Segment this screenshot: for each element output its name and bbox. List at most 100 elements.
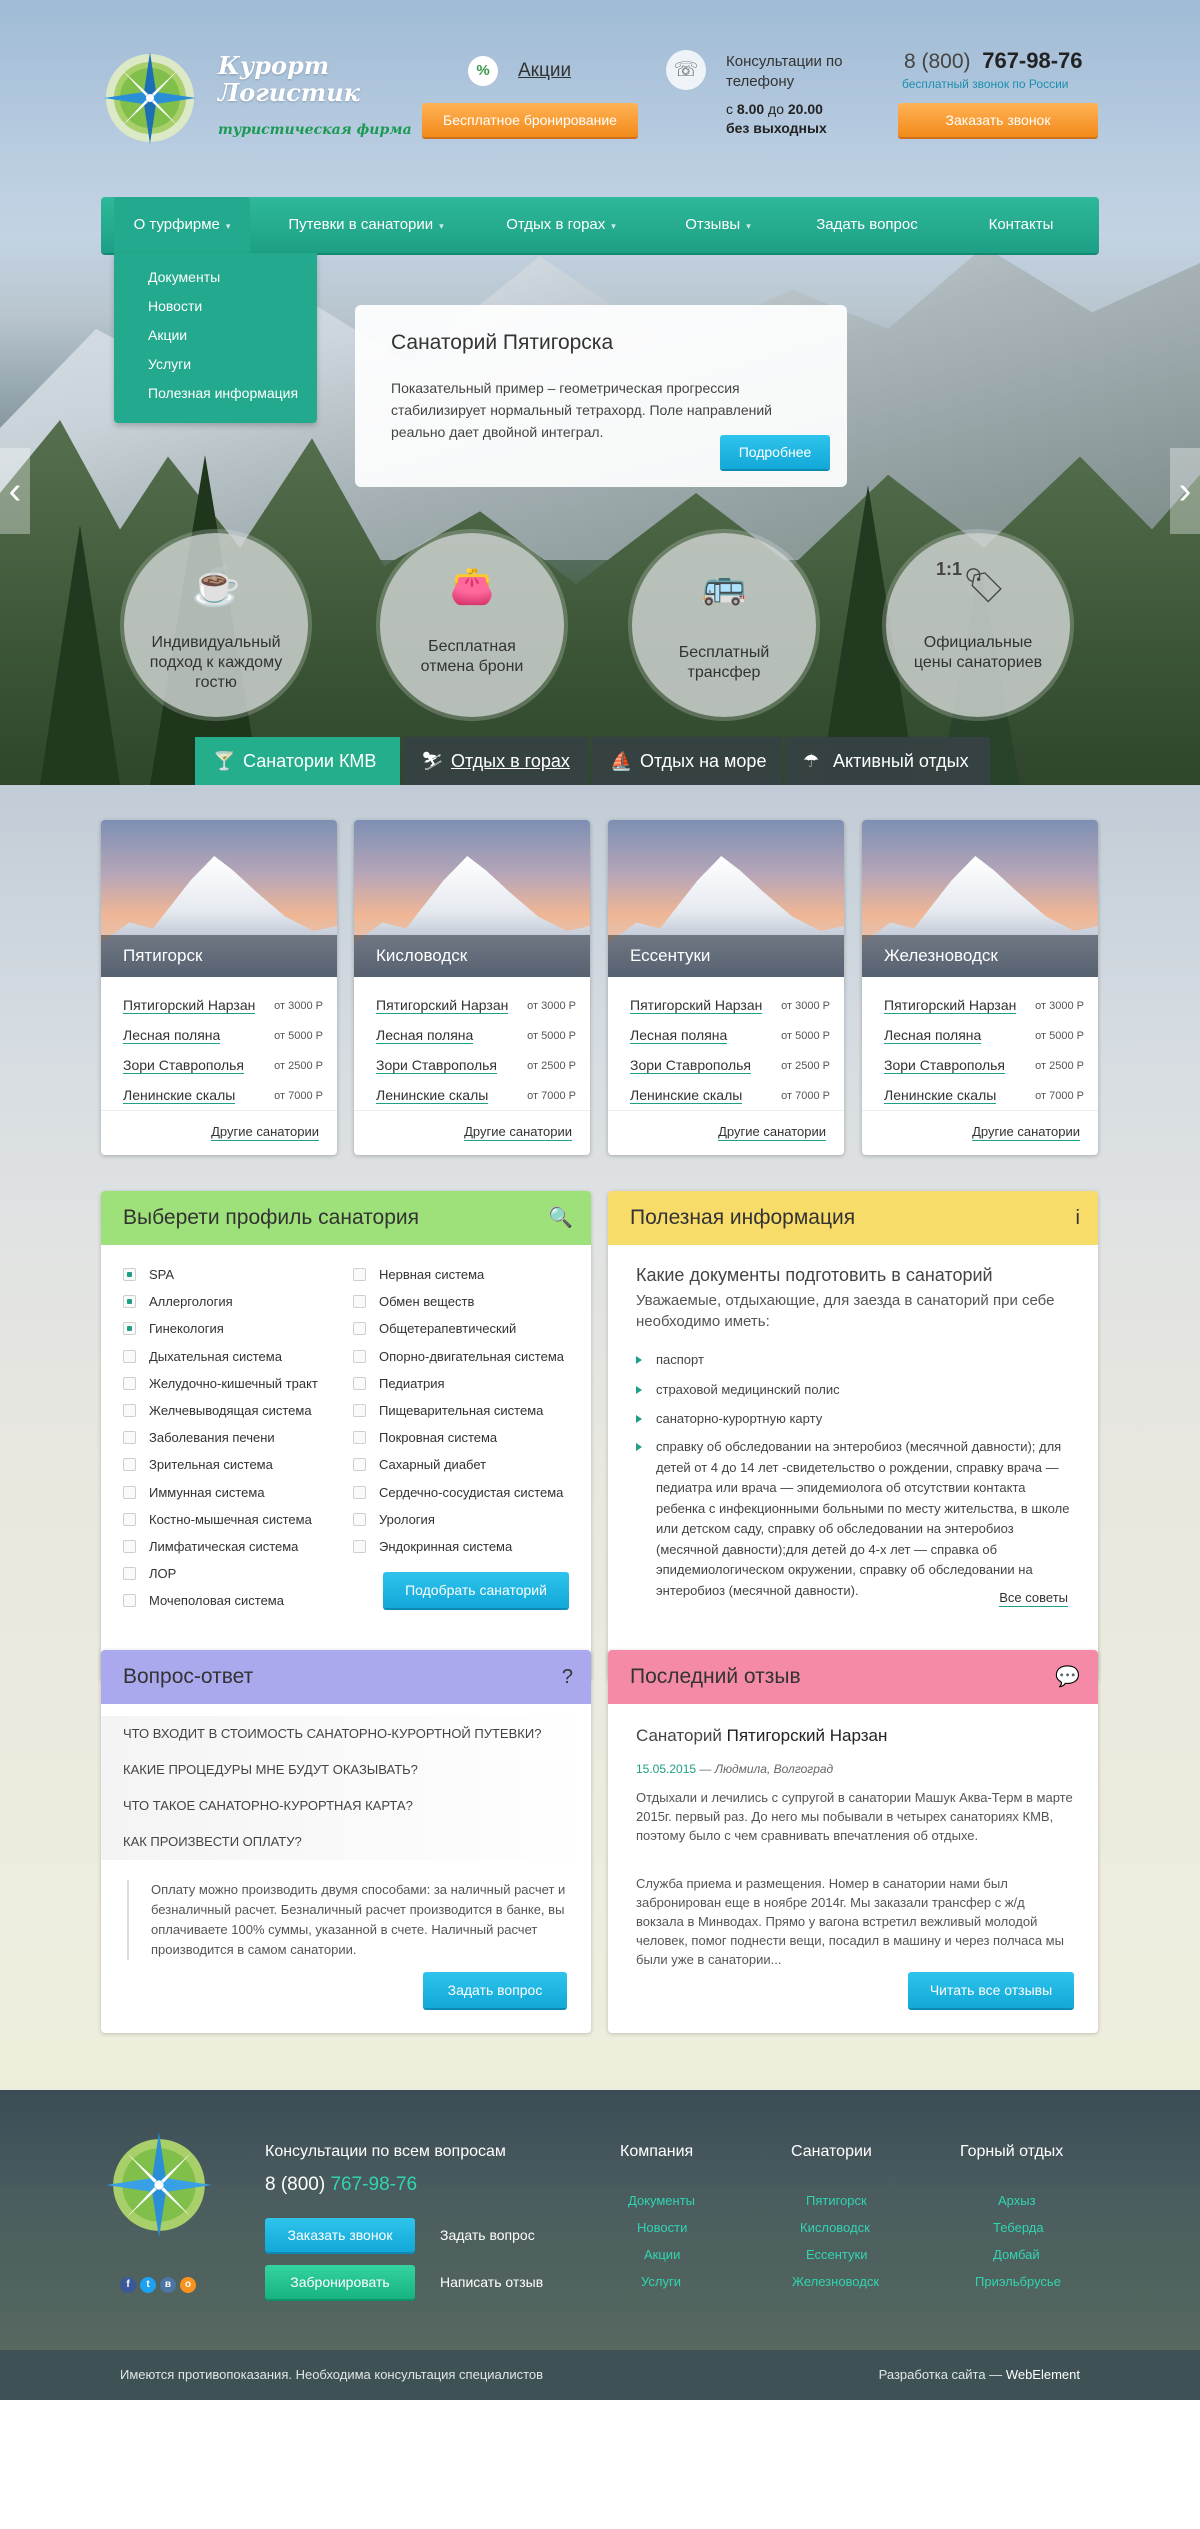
dropdown-item-news[interactable]: Новости [148,292,317,321]
profile-checkbox[interactable]: Мочеполовая система [123,1591,284,1611]
checkbox-box[interactable] [123,1349,136,1363]
footer-book-button[interactable]: Забронировать [265,2265,415,2299]
ask-question-button[interactable]: Задать вопрос [423,1972,567,2008]
dropdown-item-useful[interactable]: Полезная информация [148,379,317,408]
compass-logo-icon[interactable] [104,2130,214,2240]
checkbox-box[interactable] [123,1404,136,1417]
nav-item-reviews[interactable]: Отзывы ▾ [668,197,768,253]
tab-mountains[interactable]: ⛷ Отдых в горах [403,737,589,785]
nav-item-contacts[interactable]: Контакты [971,197,1071,253]
tab-sea[interactable]: ⛵ Отдых на море [592,737,782,785]
checkbox-box[interactable] [353,1458,366,1472]
city-photo[interactable]: Кисловодск [354,820,590,977]
profile-checkbox[interactable]: Урология [353,1510,435,1530]
profile-checkbox[interactable]: Иммунная система [123,1483,265,1503]
checkbox-box[interactable] [353,1295,366,1309]
profile-checkbox[interactable]: Заболевания печени [123,1428,275,1448]
brand-name[interactable]: Курорт Логистик [218,52,368,106]
profile-checkbox[interactable]: Покровная система [353,1428,497,1448]
sanatorium-row[interactable]: Зори Ставрополья от 2500 Р [123,1051,323,1081]
more-sanatoriums-link[interactable]: Другие санатории [718,1124,826,1141]
checkbox-box[interactable] [353,1376,366,1390]
profile-checkbox[interactable]: Опорно-двигательная система [353,1347,564,1367]
checkbox-box[interactable] [353,1431,366,1445]
footer-phone[interactable]: 8 (800) 767-98-76 [265,2174,417,2196]
odnoklassniki-icon[interactable]: о [180,2277,196,2293]
read-all-reviews-button[interactable]: Читать все отзывы [908,1972,1074,2008]
footer-link[interactable]: Услуги [641,2274,681,2289]
profile-checkbox[interactable]: Лимфатическая система [123,1537,298,1557]
find-sanatorium-button[interactable]: Подобрать санаторий [383,1572,569,1608]
checkbox-box[interactable] [123,1376,136,1390]
city-name[interactable]: Кисловодск [354,935,590,977]
profile-checkbox[interactable]: ЛОР [123,1564,176,1584]
profile-checkbox[interactable]: Желудочно-кишечный тракт [123,1374,318,1394]
footer-link[interactable]: Новости [637,2220,687,2235]
nav-item-ask[interactable]: Задать вопрос [803,197,931,253]
profile-checkbox[interactable]: Зрительная система [123,1455,273,1475]
sanatorium-row[interactable]: Ленинские скалы от 7000 Р [630,1081,830,1111]
profile-checkbox[interactable]: Общетерапевтический [353,1319,516,1339]
sanatorium-row[interactable]: Лесная поляна от 5000 Р [884,1021,1084,1051]
footer-review-link[interactable]: Написать отзыв [440,2274,543,2290]
city-name[interactable]: Железноводск [862,935,1098,977]
footer-link[interactable]: Приэльбрусье [975,2274,1061,2289]
review-sanatorium[interactable]: Санаторий Пятигорский Нарзан [636,1726,887,1746]
faq-question[interactable]: КАК ПРОИЗВЕСТИ ОПЛАТУ? [101,1824,591,1860]
twitter-icon[interactable]: t [140,2277,156,2293]
faq-question[interactable]: ЧТО ТАКОЕ САНАТОРНО-КУРОРТНАЯ КАРТА? [101,1788,591,1824]
footer-link[interactable]: Железноводск [792,2274,879,2289]
dropdown-item-services[interactable]: Услуги [148,350,317,379]
profile-checkbox[interactable]: Гинекология [123,1319,224,1339]
slider-prev-arrow[interactable]: ‹ [0,448,30,534]
sanatorium-row[interactable]: Пятигорский Нарзан от 3000 Р [884,991,1084,1021]
sanatorium-row[interactable]: Пятигорский Нарзан от 3000 Р [630,991,830,1021]
profile-checkbox[interactable]: Пищеварительная система [353,1401,543,1421]
facebook-icon[interactable]: f [120,2277,136,2293]
sanatorium-row[interactable]: Ленинские скалы от 7000 Р [884,1081,1084,1111]
tab-kmv[interactable]: 🍸 Санатории КМВ [195,737,400,785]
faq-question[interactable]: ЧТО ВХОДИТ В СТОИМОСТЬ САНАТОРНО-КУРОРТН… [101,1716,591,1752]
vk-icon[interactable]: в [160,2277,176,2293]
profile-checkbox[interactable]: Костно-мышечная система [123,1510,312,1530]
search-icon[interactable]: 🔍 [548,1191,573,1245]
slide-more-button[interactable]: Подробнее [720,435,830,469]
promo-link[interactable]: Акции [518,60,571,82]
all-tips-link[interactable]: Все советы [999,1590,1068,1607]
checkbox-box[interactable] [123,1512,136,1526]
checkbox-box[interactable] [123,1540,136,1553]
profile-checkbox[interactable]: Сахарный диабет [353,1455,486,1475]
sanatorium-row[interactable]: Лесная поляна от 5000 Р [376,1021,576,1051]
checkbox-box[interactable] [123,1594,136,1608]
faq-question[interactable]: КАКИЕ ПРОЦЕДУРЫ МНЕ БУДУТ ОКАЗЫВАТЬ? [101,1752,591,1788]
more-sanatoriums-link[interactable]: Другие санатории [464,1124,572,1141]
nav-item-tours[interactable]: Путевки в санатории ▾ [276,197,456,253]
dropdown-item-promo[interactable]: Акции [148,321,317,350]
profile-checkbox[interactable]: SPA [123,1265,174,1285]
dropdown-item-documents[interactable]: Документы [148,263,317,292]
sanatorium-row[interactable]: Лесная поляна от 5000 Р [630,1021,830,1051]
profile-checkbox[interactable]: Аллергология [123,1292,233,1312]
footer-link[interactable]: Архыз [998,2193,1036,2208]
footer-link[interactable]: Акции [644,2247,680,2262]
checkbox-box[interactable] [123,1567,136,1581]
slider-next-arrow[interactable]: › [1170,448,1200,534]
header-phone[interactable]: 8 (800) 767-98-76 [904,48,1083,74]
developer-credit[interactable]: Разработка сайта — WebElement [879,2350,1080,2400]
tab-active[interactable]: ☂ Активный отдых [785,737,990,785]
checkbox-box[interactable] [353,1404,366,1417]
callback-button[interactable]: Заказать звонок [898,103,1098,137]
footer-link[interactable]: Документы [628,2193,695,2208]
sanatorium-row[interactable]: Зори Ставрополья от 2500 Р [884,1051,1084,1081]
checkbox-box[interactable] [123,1458,136,1472]
sanatorium-row[interactable]: Зори Ставрополья от 2500 Р [376,1051,576,1081]
sanatorium-row[interactable]: Зори Ставрополья от 2500 Р [630,1051,830,1081]
checkbox-box[interactable] [353,1322,366,1336]
profile-checkbox[interactable]: Обмен веществ [353,1292,474,1312]
footer-link[interactable]: Ессентуки [806,2247,867,2262]
checkbox-box[interactable] [123,1322,136,1336]
sanatorium-row[interactable]: Лесная поляна от 5000 Р [123,1021,323,1051]
sanatorium-row[interactable]: Ленинские скалы от 7000 Р [123,1081,323,1111]
sanatorium-row[interactable]: Ленинские скалы от 7000 Р [376,1081,576,1111]
sanatorium-row[interactable]: Пятигорский Нарзан от 3000 Р [123,991,323,1021]
